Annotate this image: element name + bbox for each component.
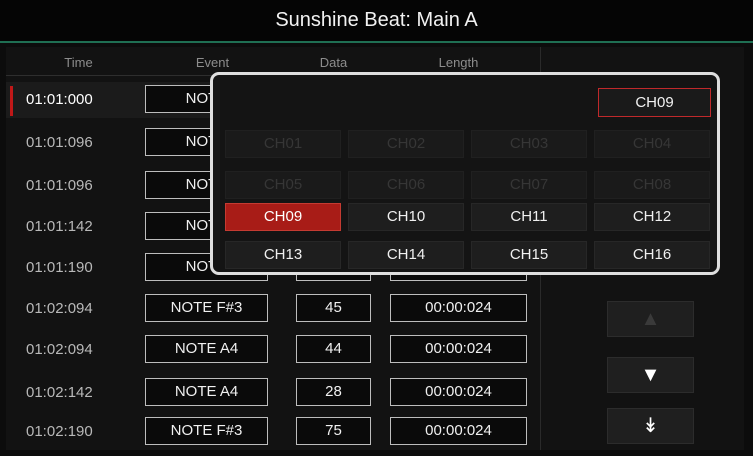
channel-button-ch09[interactable]: CH09 bbox=[225, 203, 341, 231]
triangle-up-icon: ▲ bbox=[640, 308, 661, 330]
column-header-time: Time bbox=[64, 55, 93, 70]
selected-row-marker bbox=[10, 86, 13, 116]
channel-button-ch10[interactable]: CH10 bbox=[348, 203, 464, 231]
row-time: 01:02:190 bbox=[26, 423, 93, 440]
scroll-to-end-button[interactable]: ↡ bbox=[607, 408, 694, 444]
row-time: 01:02:094 bbox=[26, 300, 93, 317]
data-field[interactable]: 75 bbox=[296, 417, 371, 445]
event-field[interactable]: NOTE F#3 bbox=[145, 417, 268, 445]
event-field[interactable]: NOTE A4 bbox=[145, 335, 268, 363]
channel-button-ch15[interactable]: CH15 bbox=[471, 241, 587, 269]
channel-button-ch05: CH05 bbox=[225, 171, 341, 199]
row-time: 01:01:000 bbox=[26, 91, 93, 108]
data-field[interactable]: 28 bbox=[296, 378, 371, 406]
table-row[interactable]: 01:02:094 NOTE F#3 45 00:00:024 bbox=[6, 291, 540, 327]
triangle-down-icon: ▼ bbox=[640, 364, 661, 386]
channel-button-ch08: CH08 bbox=[594, 171, 710, 199]
row-time: 01:01:096 bbox=[26, 134, 93, 151]
scroll-down-button[interactable]: ▼ bbox=[607, 357, 694, 393]
channel-button-ch01: CH01 bbox=[225, 130, 341, 158]
data-field[interactable]: 44 bbox=[296, 335, 371, 363]
row-time: 01:02:094 bbox=[26, 341, 93, 358]
channel-button-ch03: CH03 bbox=[471, 130, 587, 158]
scroll-up-button[interactable]: ▲ bbox=[607, 301, 694, 337]
channel-button-ch07: CH07 bbox=[471, 171, 587, 199]
double-chevron-down-icon: ↡ bbox=[642, 415, 659, 437]
event-field[interactable]: NOTE F#3 bbox=[145, 294, 268, 322]
data-field[interactable]: 45 bbox=[296, 294, 371, 322]
channel-button-ch02: CH02 bbox=[348, 130, 464, 158]
channel-button-ch16[interactable]: CH16 bbox=[594, 241, 710, 269]
length-field[interactable]: 00:00:024 bbox=[390, 378, 527, 406]
table-row[interactable]: 01:02:190 NOTE F#3 75 00:00:024 bbox=[6, 414, 540, 450]
table-row[interactable]: 01:02:094 NOTE A4 44 00:00:024 bbox=[6, 332, 540, 368]
channel-button-ch13[interactable]: CH13 bbox=[225, 241, 341, 269]
row-time: 01:01:190 bbox=[26, 259, 93, 276]
row-time: 01:01:142 bbox=[26, 218, 93, 235]
window-title: Sunshine Beat: Main A bbox=[0, 0, 753, 41]
channel-button-ch14[interactable]: CH14 bbox=[348, 241, 464, 269]
event-field[interactable]: NOTE A4 bbox=[145, 378, 268, 406]
length-field[interactable]: 00:00:024 bbox=[390, 417, 527, 445]
channel-button-ch12[interactable]: CH12 bbox=[594, 203, 710, 231]
row-time: 01:02:142 bbox=[26, 384, 93, 401]
length-field[interactable]: 00:00:024 bbox=[390, 335, 527, 363]
length-field[interactable]: 00:00:024 bbox=[390, 294, 527, 322]
row-time: 01:01:096 bbox=[26, 177, 93, 194]
current-channel-display: CH09 bbox=[598, 88, 711, 117]
channel-button-ch06: CH06 bbox=[348, 171, 464, 199]
channel-button-ch04: CH04 bbox=[594, 130, 710, 158]
channel-button-ch11[interactable]: CH11 bbox=[471, 203, 587, 231]
title-divider bbox=[0, 41, 753, 43]
table-row[interactable]: 01:02:142 NOTE A4 28 00:00:024 bbox=[6, 375, 540, 411]
channel-select-popup: CH09 CH01 CH02 CH03 CH04 CH05 CH06 CH07 CH08 CH0… bbox=[210, 72, 720, 275]
